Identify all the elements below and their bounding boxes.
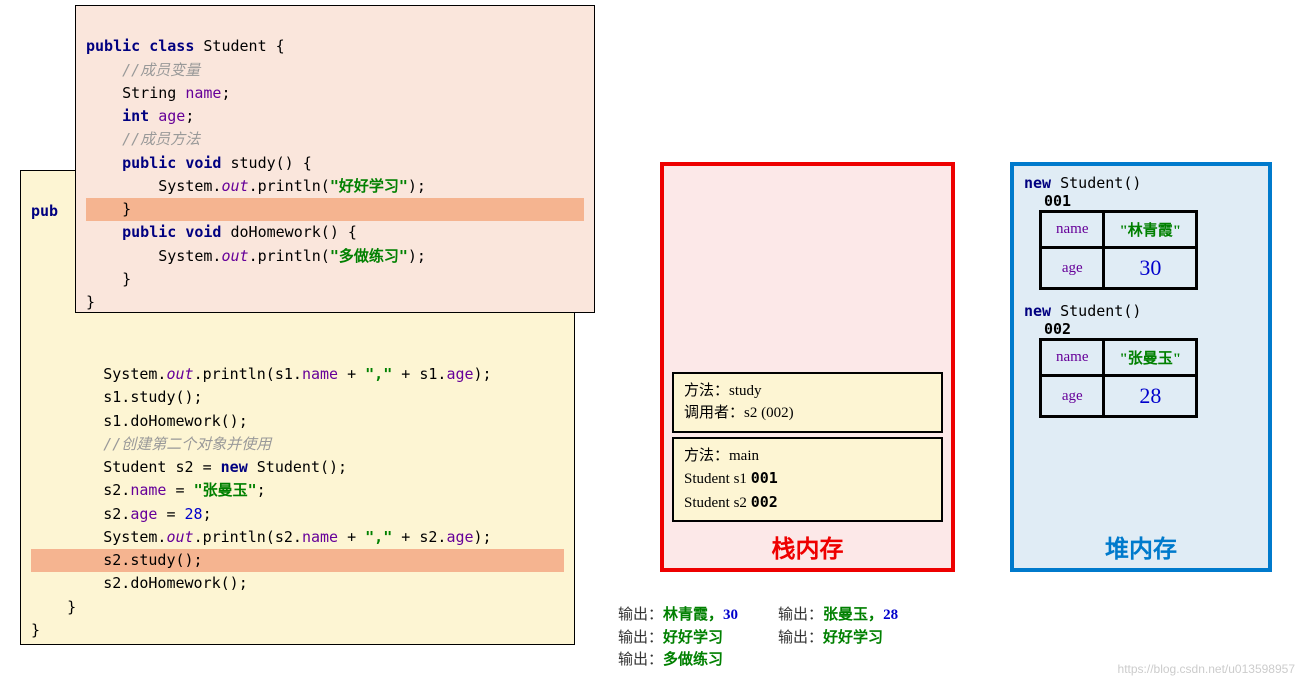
- field-value: "林青霞": [1104, 212, 1197, 248]
- field-value: "张曼玉": [1104, 340, 1197, 376]
- stack-memory-box: 方法：study 调用者：s2 (002) 方法：main Student s1…: [660, 162, 955, 572]
- output-column-2: 输出：张曼玉，28 输出：好好学习: [778, 604, 898, 672]
- code-line: System.out.println("多做练习");: [86, 247, 426, 265]
- code-line: s2.name = "张曼玉";: [31, 481, 266, 499]
- heap-title: 堆内存: [1014, 529, 1268, 564]
- watermark: https://blog.csdn.net/u013598957: [1118, 662, 1295, 676]
- field-name: age: [1041, 376, 1104, 417]
- code-line: int age;: [86, 107, 194, 125]
- code-line-highlighted: }: [86, 198, 584, 221]
- output-column-1: 输出：林青霞，30 输出：好好学习 输出：多做练习: [618, 604, 738, 672]
- code-line: System.out.println(s1.name + "," + s1.ag…: [31, 365, 492, 383]
- object-id: 001: [1044, 192, 1258, 210]
- stack-frame-main: 方法：main Student s1 001 Student s2 002: [672, 437, 943, 523]
- code-comment: //创建第二个对象并使用: [31, 435, 271, 453]
- object-label: new Student(): [1024, 302, 1258, 320]
- code-line: }: [86, 293, 95, 311]
- code-line: }: [31, 598, 76, 616]
- code-line: public void doHomework() {: [86, 223, 357, 241]
- field-name: name: [1041, 340, 1104, 376]
- code-box-student-class: public class Student { //成员变量 String nam…: [75, 5, 595, 313]
- field-value: 28: [1104, 376, 1197, 417]
- stack-frames: 方法：study 调用者：s2 (002) 方法：main Student s1…: [664, 368, 951, 527]
- output-line: 输出：好好学习: [778, 627, 898, 650]
- code-line: public class Student {: [86, 37, 285, 55]
- output-line: 输出：张曼玉，28: [778, 604, 898, 627]
- frame-line: 调用者：s2 (002): [684, 402, 931, 425]
- code-line: s1.doHomework();: [31, 412, 248, 430]
- code-comment: //成员变量: [86, 61, 200, 79]
- output-section: 输出：林青霞，30 输出：好好学习 输出：多做练习 输出：张曼玉，28 输出：好…: [618, 604, 898, 672]
- object-table: name"张曼玉" age28: [1039, 338, 1198, 418]
- field-name: age: [1041, 248, 1104, 289]
- frame-line: Student s1 001: [684, 467, 931, 491]
- frame-line: 方法：main: [684, 445, 931, 468]
- field-value: 30: [1104, 248, 1197, 289]
- code-line: }: [86, 270, 131, 288]
- stack-frame-study: 方法：study 调用者：s2 (002): [672, 372, 943, 433]
- code-line: s2.age = 28;: [31, 505, 212, 523]
- heap-object-1: new Student() 001 name"林青霞" age30: [1024, 174, 1258, 290]
- object-id: 002: [1044, 320, 1258, 338]
- heap-object-2: new Student() 002 name"张曼玉" age28: [1024, 302, 1258, 418]
- code-line: System.out.println(s2.name + "," + s2.ag…: [31, 528, 492, 546]
- output-line: 输出：林青霞，30: [618, 604, 738, 627]
- code-line: s1.study();: [31, 388, 203, 406]
- code-line: Student s2 = new Student();: [31, 458, 347, 476]
- code-line: System.out.println("好好学习");: [86, 177, 426, 195]
- object-table: name"林青霞" age30: [1039, 210, 1198, 290]
- code-line-highlighted: s2.study();: [31, 549, 564, 572]
- code-line: String name;: [86, 84, 231, 102]
- code-line: s2.doHomework();: [31, 574, 248, 592]
- code-comment: //成员方法: [86, 130, 200, 148]
- object-label: new Student(): [1024, 174, 1258, 192]
- stack-title: 栈内存: [664, 529, 951, 564]
- output-line: 输出：多做练习: [618, 649, 738, 672]
- heap-memory-box: new Student() 001 name"林青霞" age30 new St…: [1010, 162, 1272, 572]
- output-line: 输出：好好学习: [618, 627, 738, 650]
- code-line: }: [31, 621, 40, 639]
- code-line: public void study() {: [86, 154, 312, 172]
- frame-line: 方法：study: [684, 380, 931, 403]
- field-name: name: [1041, 212, 1104, 248]
- frame-line: Student s2 002: [684, 491, 931, 515]
- keyword: pub: [31, 202, 58, 220]
